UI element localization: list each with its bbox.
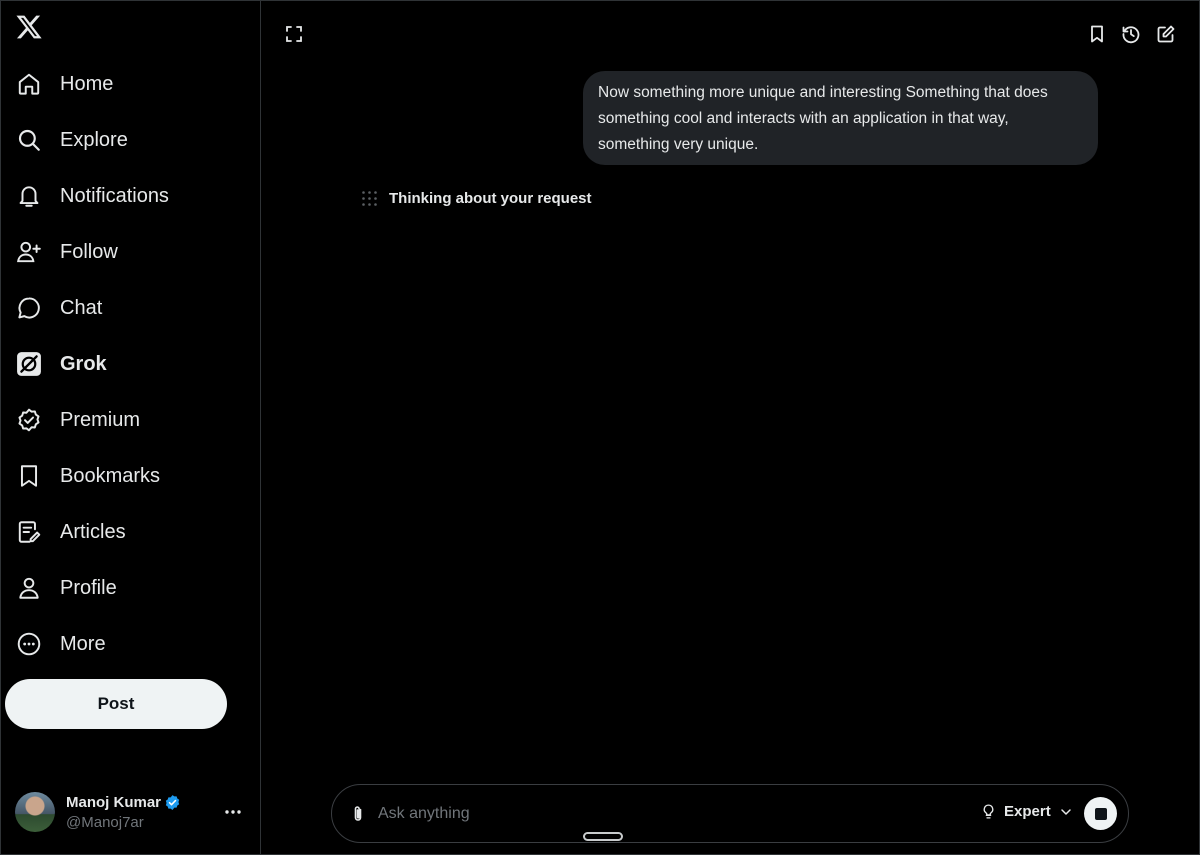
bookmark-chat-button[interactable]	[1085, 22, 1109, 46]
sidebar-item-bookmarks[interactable]: Bookmarks	[1, 448, 261, 504]
avatar	[15, 792, 55, 832]
bell-icon	[15, 183, 42, 210]
new-chat-button[interactable]	[1154, 22, 1178, 46]
account-info: Manoj Kumar @Manoj7ar	[66, 794, 181, 831]
composer: Expert	[331, 784, 1129, 843]
expand-button[interactable]	[282, 22, 306, 46]
account-name: Manoj Kumar	[66, 793, 162, 811]
sidebar-item-label: Premium	[60, 408, 141, 431]
x-logo-icon[interactable]	[15, 13, 43, 41]
sidebar-item-articles[interactable]: Articles	[1, 504, 261, 560]
verified-check-icon	[165, 794, 180, 810]
sidebar-item-explore[interactable]: Explore	[1, 112, 261, 168]
post-button[interactable]: Post	[5, 679, 227, 729]
chevron-down-icon	[1060, 808, 1071, 815]
sidebar-item-label: Follow	[60, 240, 118, 263]
sidebar-item-chat[interactable]: Chat	[1, 280, 261, 336]
sidebar-item-label: Profile	[60, 576, 117, 599]
grok-icon	[15, 351, 42, 378]
paperclip-icon[interactable]	[348, 804, 368, 824]
user-message-bubble: Now something more unique and interestin…	[583, 71, 1098, 165]
sidebar-item-label: More	[60, 632, 106, 655]
account-switcher[interactable]: Manoj Kumar @Manoj7ar	[15, 791, 247, 833]
thinking-status-text: Thinking about your request	[389, 190, 592, 207]
sidebar-item-more[interactable]: More	[1, 616, 261, 672]
sidebar-item-label: Bookmarks	[60, 464, 161, 487]
bookmark-icon	[1091, 25, 1103, 43]
history-button[interactable]	[1119, 22, 1143, 46]
search-icon	[15, 127, 42, 154]
sidebar-item-label: Articles	[60, 520, 126, 543]
account-name-row: Manoj Kumar	[66, 794, 181, 811]
lightbulb-icon	[983, 804, 994, 819]
more-circle-icon	[15, 631, 42, 658]
sidebar-item-label: Explore	[60, 128, 128, 151]
resize-handle[interactable]	[583, 832, 623, 841]
app-window: Home Explore Notifications Follow Chat G…	[0, 0, 1200, 855]
history-icon	[1122, 26, 1140, 44]
stop-button[interactable]	[1084, 797, 1117, 830]
chat-bubble-icon	[15, 295, 42, 322]
more-horizontal-icon[interactable]	[223, 803, 243, 821]
mode-selector[interactable]: Expert	[980, 803, 1073, 820]
primary-nav: Home Explore Notifications Follow Chat G…	[1, 56, 261, 672]
ask-input[interactable]	[378, 799, 938, 829]
verified-badge-icon	[15, 407, 42, 434]
sidebar-item-label: Notifications	[60, 184, 169, 207]
sidebar-item-grok[interactable]: Grok	[1, 336, 261, 392]
stop-icon	[1094, 807, 1107, 820]
sidebar: Home Explore Notifications Follow Chat G…	[1, 1, 261, 855]
article-icon	[15, 519, 42, 546]
sidebar-item-label: Home	[60, 72, 114, 95]
new-chat-icon	[1157, 25, 1175, 43]
expand-icon	[286, 26, 302, 42]
sidebar-item-notifications[interactable]: Notifications	[1, 168, 261, 224]
sidebar-item-premium[interactable]: Premium	[1, 392, 261, 448]
person-icon	[15, 575, 42, 602]
home-icon	[15, 71, 42, 98]
mode-label: Expert	[1004, 803, 1051, 820]
sidebar-item-follow[interactable]: Follow	[1, 224, 261, 280]
sidebar-item-home[interactable]: Home	[1, 56, 261, 112]
sidebar-item-label: Chat	[60, 296, 103, 319]
thinking-indicator: Thinking about your request	[361, 190, 592, 207]
sidebar-item-label: Grok	[60, 352, 107, 375]
loading-dots-icon	[362, 191, 377, 206]
sidebar-item-profile[interactable]: Profile	[1, 560, 261, 616]
bookmark-icon	[15, 463, 42, 490]
account-handle: @Manoj7ar	[66, 813, 144, 831]
person-plus-icon	[15, 239, 42, 266]
